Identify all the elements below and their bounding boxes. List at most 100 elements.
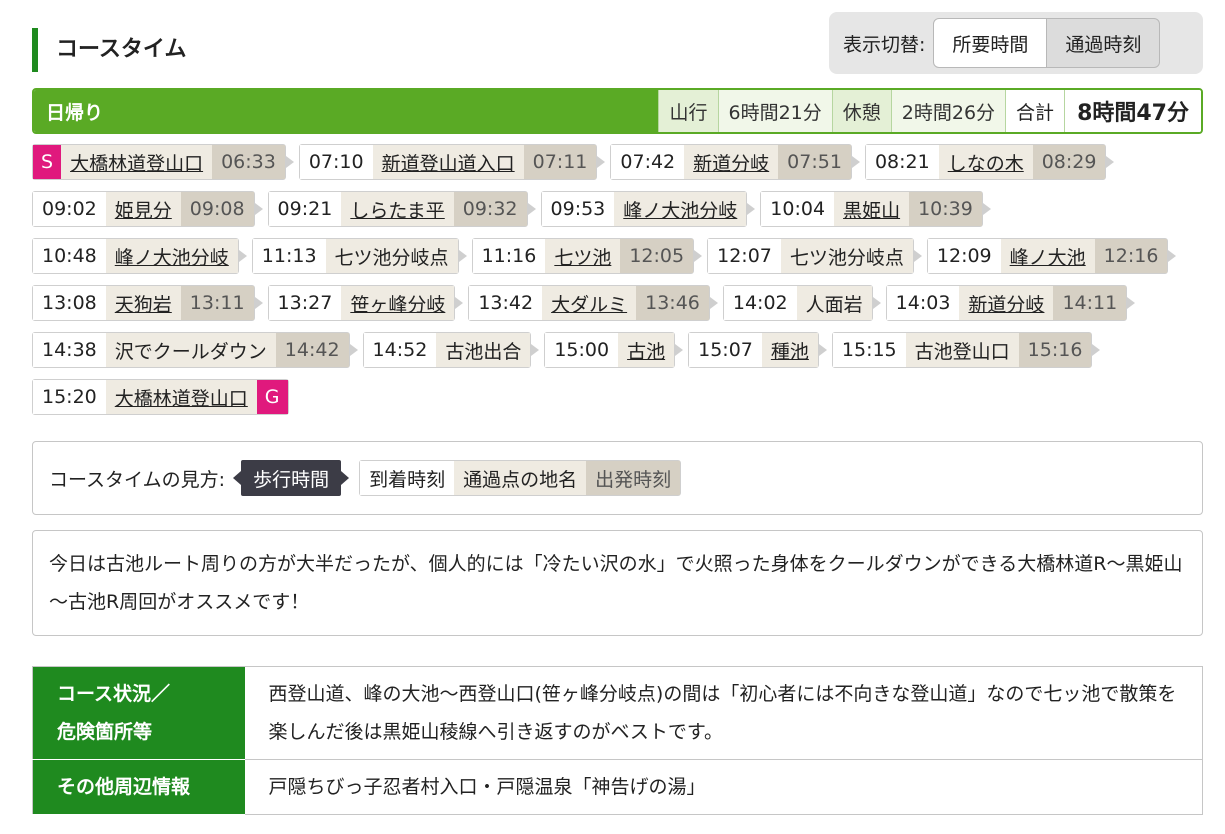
course-step: 14:52 古池出合 xyxy=(362,332,532,368)
course-step: 13:08 天狗岩 13:11 xyxy=(32,285,255,321)
arrival-time: 09:02 xyxy=(33,192,106,226)
course-step: 07:42 新道分岐 07:51 xyxy=(610,144,852,180)
arrival-time: 14:02 xyxy=(723,286,797,320)
place-name: 七ツ池分岐点 xyxy=(325,239,458,273)
departure-time: 15:16 xyxy=(1018,333,1092,367)
legend-walk-time: 歩行時間 xyxy=(241,460,342,496)
place-link[interactable]: 大ダルミ xyxy=(542,286,637,320)
place-link[interactable]: 新道分岐 xyxy=(684,145,779,179)
arrival-time: 13:42 xyxy=(469,286,543,320)
arrival-time: 07:10 xyxy=(299,145,373,179)
legend-place-name: 通過点の地名 xyxy=(454,461,587,495)
course-step: 11:16 七ツ池 12:05 xyxy=(471,238,695,274)
departure-time: 14:42 xyxy=(275,333,349,367)
arrival-time: 08:21 xyxy=(865,145,939,179)
course-step: 09:53 峰ノ大池分岐 xyxy=(540,191,748,227)
arrival-time: 09:53 xyxy=(541,192,615,226)
course-step: 09:21 しらたま平 09:32 xyxy=(267,191,528,227)
toggle-label: 表示切替: xyxy=(843,33,926,56)
departure-time: 10:39 xyxy=(909,192,982,226)
departure-time: 07:51 xyxy=(778,145,851,179)
arrival-time: 07:42 xyxy=(611,145,685,179)
legend-departure: 出発時刻 xyxy=(586,461,681,495)
arrival-time: 13:08 xyxy=(33,286,106,320)
info-table: コース状況／ 危険箇所等 西登山道、峰の大池～西登山口(笹ヶ峰分岐点)の間は「初… xyxy=(32,666,1203,815)
departure-time: 13:46 xyxy=(636,286,709,320)
other-info-text: 戸隠ちびっ子忍者村入口・戸隠温泉「神告げの湯」 xyxy=(244,759,1203,815)
legend: コースタイムの見方: 歩行時間 到着時刻 通過点の地名 出発時刻 xyxy=(32,441,1203,515)
arrival-time: 15:07 xyxy=(689,333,762,367)
summary-bar: 日帰り 山行 6時間21分 休憩 2時間26分 合計 8時間47分 xyxy=(32,88,1203,134)
total-label: 合計 xyxy=(1005,90,1065,132)
display-toggle: 表示切替: 所要時間 通過時刻 xyxy=(829,12,1203,74)
place-name: 古池登山口 xyxy=(905,333,1019,367)
course-step: 15:00 古池 xyxy=(544,332,676,368)
place-link[interactable]: 峰ノ大池分岐 xyxy=(105,239,238,273)
arrival-time: 09:21 xyxy=(268,192,342,226)
place-link[interactable]: 天狗岩 xyxy=(105,286,181,320)
place-link[interactable]: 峰ノ大池 xyxy=(1000,239,1095,273)
course-step: 10:48 峰ノ大池分岐 xyxy=(32,238,239,274)
place-name: 七ツ池分岐点 xyxy=(780,239,913,273)
place-link[interactable]: 姫見分 xyxy=(105,192,181,226)
arrival-time: 14:52 xyxy=(363,333,437,367)
climb-label: 山行 xyxy=(658,90,718,132)
place-name: 古池出合 xyxy=(436,333,531,367)
total-value: 8時間47分 xyxy=(1064,90,1201,132)
departure-time: 12:16 xyxy=(1094,239,1168,273)
conditions-label: コース状況／ 危険箇所等 xyxy=(32,666,245,760)
course-step: 14:02 人面岩 xyxy=(722,285,873,321)
place-link[interactable]: しらたま平 xyxy=(341,192,454,226)
course-step: 15:07 種池 xyxy=(688,332,819,368)
place-link[interactable]: しなの木 xyxy=(938,145,1033,179)
course-timeline: S 大橋林道登山口 06:33 07:10 新道登山道入口 07:11 07:42 新道分岐 0… xyxy=(32,144,1203,415)
departure-time: 13:11 xyxy=(180,286,254,320)
course-step: 09:02 姫見分 09:08 xyxy=(32,191,255,227)
place-link[interactable]: 笹ヶ峰分岐 xyxy=(341,286,455,320)
section-title: コースタイム xyxy=(32,28,186,72)
departure-time: 08:29 xyxy=(1032,145,1106,179)
course-step: 12:09 峰ノ大池 12:16 xyxy=(926,238,1169,274)
place-link[interactable]: 七ツ池 xyxy=(545,239,621,273)
conditions-label-line2: 危険箇所等 xyxy=(57,721,153,743)
summary-title: 日帰り xyxy=(34,90,659,132)
place-link[interactable]: 古池 xyxy=(618,333,675,367)
arrival-time: 15:15 xyxy=(832,333,906,367)
place-name: 沢でクールダウン xyxy=(105,333,276,367)
departure-time: 09:08 xyxy=(180,192,254,226)
course-step: 08:21 しなの木 08:29 xyxy=(864,144,1107,180)
departure-time: 09:32 xyxy=(453,192,527,226)
toggle-passing-time-button[interactable]: 通過時刻 xyxy=(1047,18,1161,68)
place-name: 人面岩 xyxy=(796,286,872,320)
course-time-page: コースタイム 表示切替: 所要時間 通過時刻 日帰り 山行 6時間21分 休憩 … xyxy=(0,0,1225,834)
place-link[interactable]: 黒姫山 xyxy=(834,192,910,226)
place-link[interactable]: 新道分岐 xyxy=(959,286,1054,320)
arrival-time: 14:38 xyxy=(33,333,106,367)
departure-time: 07:11 xyxy=(523,145,597,179)
rest-value: 2時間26分 xyxy=(890,90,1006,132)
arrival-time: 11:13 xyxy=(252,239,326,273)
arrival-time: 12:09 xyxy=(927,239,1001,273)
course-step: 13:42 大ダルミ 13:46 xyxy=(468,285,710,321)
place-link[interactable]: 種池 xyxy=(761,333,818,367)
course-step: 13:27 笹ヶ峰分岐 xyxy=(267,285,456,321)
departure-time: 14:11 xyxy=(1053,286,1127,320)
toggle-duration-button[interactable]: 所要時間 xyxy=(933,18,1048,68)
course-step: 07:10 新道登山道入口 07:11 xyxy=(298,144,598,180)
comment: 今日は古池ルート周りの方が大半だったが、個人的には「冷たい沢の水」で火照った身体… xyxy=(32,530,1203,636)
climb-value: 6時間21分 xyxy=(717,90,832,132)
goal-badge: G xyxy=(256,380,288,414)
arrival-time: 13:27 xyxy=(268,286,342,320)
place-link[interactable]: 大橋林道登山口 xyxy=(105,380,257,414)
arrival-time: 10:04 xyxy=(761,192,835,226)
conditions-label-line1: コース状況／ xyxy=(57,683,171,705)
place-link[interactable]: 新道登山道入口 xyxy=(372,145,524,179)
other-info-row: その他周辺情報 戸隠ちびっ子忍者村入口・戸隠温泉「神告げの湯」 xyxy=(32,759,1203,815)
course-step: 10:04 黒姫山 10:39 xyxy=(760,191,983,227)
header: コースタイム 表示切替: 所要時間 通過時刻 xyxy=(32,0,1203,88)
conditions-row: コース状況／ 危険箇所等 西登山道、峰の大池～西登山口(笹ヶ峰分岐点)の間は「初… xyxy=(32,666,1203,760)
place-link[interactable]: 峰ノ大池分岐 xyxy=(614,192,747,226)
course-step: 15:15 古池登山口 15:16 xyxy=(831,332,1093,368)
rest-label: 休憩 xyxy=(831,90,891,132)
place-link[interactable]: 大橋林道登山口 xyxy=(61,145,213,179)
